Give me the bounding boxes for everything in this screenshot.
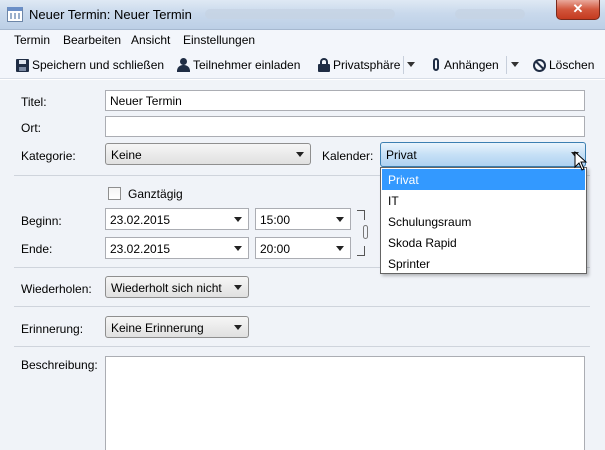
calendar-option[interactable]: IT bbox=[382, 190, 585, 211]
chevron-down-icon bbox=[234, 325, 242, 330]
allday-checkbox[interactable] bbox=[108, 187, 121, 200]
chevron-down-icon bbox=[336, 246, 344, 251]
delete-button[interactable]: Löschen bbox=[533, 57, 594, 73]
delete-icon bbox=[533, 58, 546, 72]
calendar-option[interactable]: Skoda Rapid bbox=[382, 232, 585, 253]
attach-label: Anhängen bbox=[444, 58, 499, 72]
save-icon bbox=[16, 58, 29, 72]
user-icon bbox=[177, 58, 190, 72]
toolbar-separator bbox=[506, 56, 507, 74]
window-title: Neuer Termin: Neuer Termin bbox=[29, 7, 192, 22]
location-input[interactable] bbox=[105, 116, 585, 137]
calendar-option[interactable]: Schulungsraum bbox=[382, 211, 585, 232]
calendar-app-icon bbox=[7, 7, 23, 22]
title-blurred-text-2 bbox=[455, 9, 525, 19]
chevron-down-icon bbox=[234, 246, 242, 251]
menu-bearbeiten[interactable]: Bearbeiten bbox=[63, 33, 121, 47]
invite-label: Teilnehmer einladen bbox=[193, 58, 301, 72]
privacy-dropdown-arrow[interactable] bbox=[407, 62, 415, 67]
start-label: Beginn: bbox=[21, 214, 62, 228]
category-label: Kategorie: bbox=[21, 149, 76, 163]
repeat-select[interactable]: Wiederholt sich nicht bbox=[105, 276, 249, 298]
description-label: Beschreibung: bbox=[21, 358, 98, 372]
toolbar-separator bbox=[403, 56, 404, 74]
start-date-value: 23.02.2015 bbox=[110, 213, 171, 227]
privacy-button[interactable]: Privatsphäre bbox=[318, 57, 400, 73]
lock-icon bbox=[318, 58, 330, 72]
chevron-down-icon bbox=[296, 152, 304, 157]
reminder-select[interactable]: Keine Erinnerung bbox=[105, 316, 249, 338]
title-input[interactable]: Neuer Termin bbox=[105, 90, 585, 111]
divider bbox=[14, 346, 590, 347]
menu-einstellungen[interactable]: Einstellungen bbox=[183, 33, 255, 47]
paperclip-icon bbox=[431, 58, 441, 72]
mouse-cursor-icon bbox=[574, 151, 588, 171]
end-time-field[interactable]: 20:00 bbox=[255, 237, 351, 259]
close-window-button[interactable]: ✕ bbox=[556, 0, 600, 20]
link-times-icon[interactable] bbox=[356, 210, 370, 256]
chevron-down-icon bbox=[234, 217, 242, 222]
end-label: Ende: bbox=[21, 242, 53, 256]
calendar-label: Kalender: bbox=[322, 149, 374, 163]
start-time-value: 15:00 bbox=[260, 213, 291, 227]
title-label: Titel: bbox=[21, 95, 47, 109]
reminder-value: Keine Erinnerung bbox=[111, 321, 204, 335]
end-date-value: 23.02.2015 bbox=[110, 242, 171, 256]
category-value: Keine bbox=[111, 148, 142, 162]
repeat-label: Wiederholen: bbox=[21, 282, 92, 296]
start-time-field[interactable]: 15:00 bbox=[255, 208, 351, 230]
divider bbox=[14, 306, 590, 307]
start-date-field[interactable]: 23.02.2015 bbox=[105, 208, 249, 230]
end-time-value: 20:00 bbox=[260, 242, 291, 256]
privacy-label: Privatsphäre bbox=[333, 58, 401, 72]
chevron-down-icon bbox=[234, 285, 242, 290]
menubar: Termin Bearbeiten Ansicht Einstellungen bbox=[0, 30, 605, 51]
reminder-label: Erinnerung: bbox=[21, 322, 84, 336]
delete-label: Löschen bbox=[549, 58, 595, 72]
category-select[interactable]: Keine bbox=[105, 143, 311, 165]
menu-termin[interactable]: Termin bbox=[14, 33, 50, 47]
allday-label: Ganztägig bbox=[128, 187, 183, 201]
toolbar: Speichern und schließen Teilnehmer einla… bbox=[0, 51, 605, 79]
menu-ansicht[interactable]: Ansicht bbox=[131, 33, 170, 47]
attach-button[interactable]: Anhängen bbox=[431, 57, 499, 73]
title-blurred-text bbox=[205, 9, 395, 19]
attach-dropdown-arrow[interactable] bbox=[511, 62, 519, 67]
end-date-field[interactable]: 23.02.2015 bbox=[105, 237, 249, 259]
calendar-value: Privat bbox=[386, 148, 417, 162]
save-close-label: Speichern und schließen bbox=[32, 58, 165, 72]
repeat-value: Wiederholt sich nicht bbox=[111, 281, 222, 295]
calendar-option[interactable]: Sprinter bbox=[382, 253, 585, 274]
invite-attendees-button[interactable]: Teilnehmer einladen bbox=[177, 57, 300, 73]
description-textarea[interactable] bbox=[105, 356, 585, 450]
save-close-button[interactable]: Speichern und schließen bbox=[16, 57, 164, 73]
calendar-dropdown-list: Privat IT Schulungsraum Skoda Rapid Spri… bbox=[380, 167, 587, 274]
window-titlebar: Neuer Termin: Neuer Termin ✕ bbox=[0, 0, 605, 30]
chevron-down-icon bbox=[336, 217, 344, 222]
calendar-select[interactable]: Privat bbox=[380, 142, 586, 167]
calendar-option[interactable]: Privat bbox=[382, 169, 585, 190]
location-label: Ort: bbox=[21, 121, 41, 135]
